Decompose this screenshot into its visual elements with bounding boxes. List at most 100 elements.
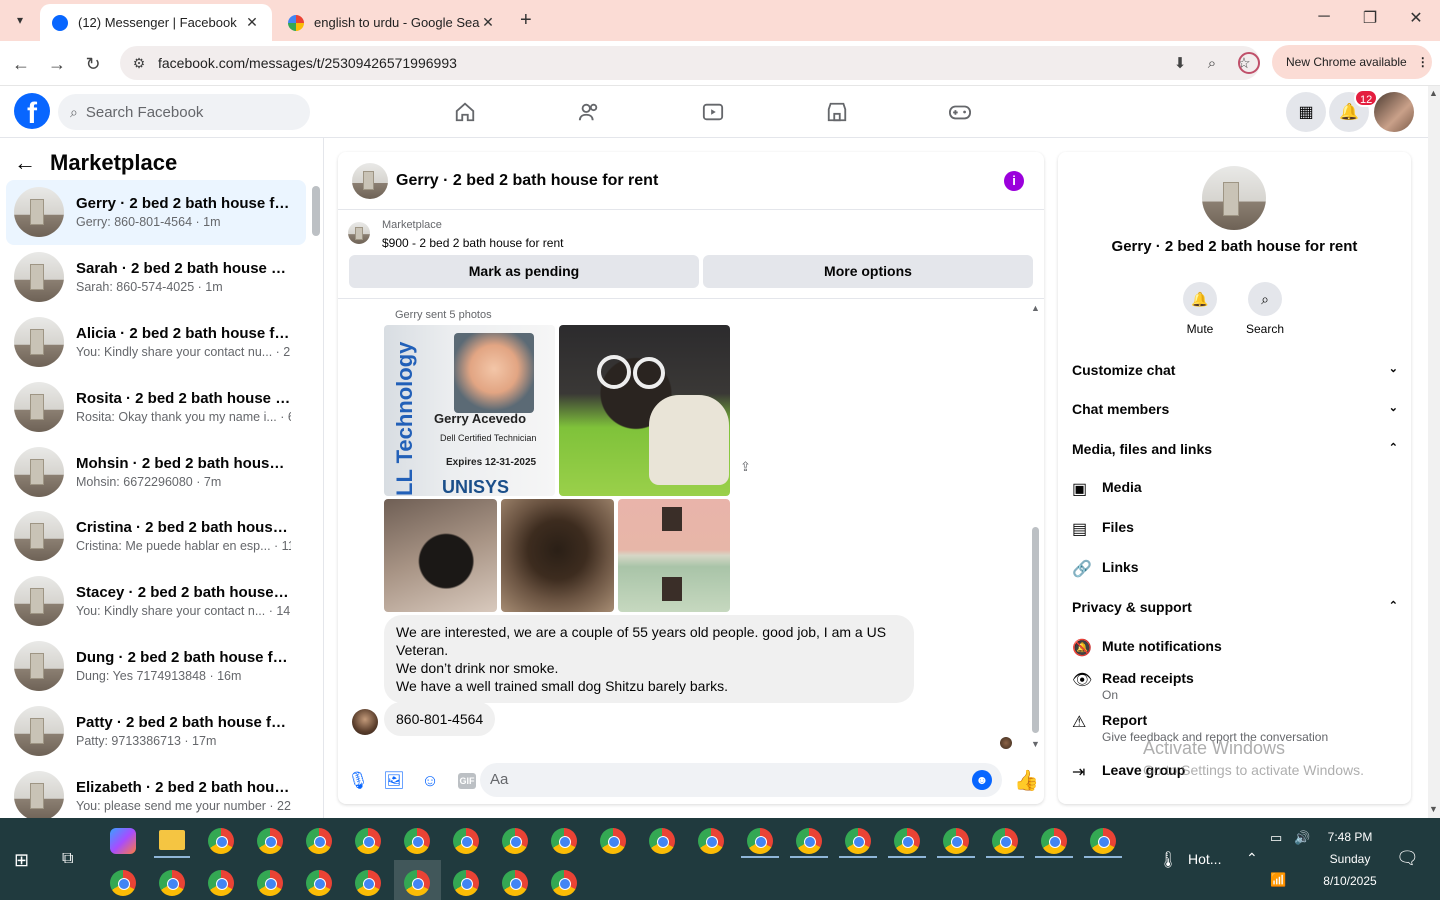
chrome-taskbar-icon[interactable] (551, 870, 577, 896)
address-bar[interactable]: ⚙ facebook.com/messages/t/25309426571996… (120, 46, 1260, 80)
message-bubble[interactable]: We are interested, we are a couple of 55… (384, 615, 914, 703)
chrome-taskbar-icon[interactable] (502, 870, 528, 896)
tab-messenger[interactable]: (12) Messenger | Facebook ✕ (40, 4, 272, 41)
page-scrollbar[interactable]: ▲ ▼ (1428, 86, 1440, 818)
menu-grid-icon[interactable]: ▦ (1286, 92, 1326, 132)
scroll-up-arrow-icon[interactable]: ▲ (1429, 88, 1438, 98)
forward-arrow-icon[interactable]: → (44, 51, 70, 77)
conversation-item[interactable]: Cristina · 2 bed 2 bath house for... Cris… (6, 504, 306, 569)
chrome-taskbar-icon[interactable] (355, 870, 381, 896)
chrome-taskbar-icon[interactable] (796, 828, 822, 854)
chrome-taskbar-icon[interactable] (1041, 828, 1067, 854)
links-item[interactable]: 🔗 Links (1072, 559, 1392, 579)
chrome-taskbar-icon[interactable] (159, 870, 185, 896)
photo-dog-blanket[interactable] (384, 499, 497, 612)
chrome-taskbar-icon[interactable] (649, 828, 675, 854)
files-item[interactable]: ▤ Files (1072, 519, 1392, 539)
maximize-icon[interactable]: ❐ (1358, 8, 1382, 28)
chat-members-section[interactable]: Chat members ⌄ (1072, 401, 1398, 417)
emoji-icon[interactable]: ☻ (972, 770, 992, 790)
close-tab-icon[interactable]: ✕ (480, 14, 496, 31)
chrome-taskbar-icon[interactable] (698, 828, 724, 854)
photo-documents[interactable] (618, 499, 730, 612)
home-icon[interactable] (450, 98, 480, 126)
chrome-taskbar-icon[interactable] (502, 828, 528, 854)
reload-icon[interactable]: ↻ (80, 51, 106, 77)
share-icon[interactable]: ⇪ (740, 459, 751, 475)
read-receipts-item[interactable]: 👁 Read receipts On (1072, 670, 1392, 702)
site-info-icon[interactable]: ⚙ (124, 55, 154, 72)
chrome-taskbar-icon[interactable] (404, 870, 430, 896)
clock-date[interactable]: 8/10/2025 (1318, 874, 1382, 888)
chrome-taskbar-icon[interactable] (257, 870, 283, 896)
video-icon[interactable] (698, 98, 728, 126)
chrome-taskbar-icon[interactable] (845, 828, 871, 854)
scroll-down-arrow-icon[interactable]: ▼ (1031, 739, 1040, 749)
media-item[interactable]: ▣ Media (1072, 479, 1392, 499)
chrome-taskbar-icon[interactable] (747, 828, 773, 854)
chrome-taskbar-icon[interactable] (208, 828, 234, 854)
message-bubble[interactable]: 860-801-4564 (384, 702, 496, 736)
chrome-taskbar-icon[interactable] (453, 828, 479, 854)
copilot-icon[interactable] (110, 828, 136, 854)
chrome-taskbar-icon[interactable] (208, 870, 234, 896)
conversation-item[interactable]: Sarah · 2 bed 2 bath house for r... Sarah… (6, 245, 306, 310)
scroll-up-arrow-icon[interactable]: ▲ (1031, 303, 1040, 313)
chrome-taskbar-icon[interactable] (306, 870, 332, 896)
chrome-menu-icon[interactable]: ⋮ (1417, 55, 1429, 69)
mark-as-pending-button[interactable]: Mark as pending (349, 255, 699, 288)
thermometer-icon[interactable]: 🌡 (1158, 850, 1178, 870)
thumbs-up-icon[interactable]: 👍 (1014, 768, 1039, 793)
chat-title[interactable]: Gerry · 2 bed 2 bath house for rent (396, 172, 1004, 190)
back-arrow-icon[interactable]: ← (14, 150, 36, 176)
chrome-taskbar-icon[interactable] (404, 828, 430, 854)
conversation-item[interactable]: Gerry · 2 bed 2 bath house for r... Gerry… (6, 180, 306, 245)
task-view-icon[interactable]: ⧉ (62, 850, 73, 868)
profile-icon[interactable] (1238, 52, 1260, 74)
chrome-taskbar-icon[interactable] (894, 828, 920, 854)
conversation-list-scrollbar[interactable] (312, 186, 320, 236)
listing-thumbnail-large[interactable] (1202, 166, 1266, 230)
gaming-icon[interactable] (945, 98, 975, 126)
gif-icon[interactable]: GIF (458, 773, 476, 789)
conversation-item[interactable]: Dung · 2 bed 2 bath house for r... Dung: … (6, 634, 306, 699)
close-tab-icon[interactable]: ✕ (244, 14, 260, 31)
new-chrome-available-button[interactable]: New Chrome available ⋮ (1272, 45, 1432, 79)
sticker-icon[interactable]: ☺ (414, 771, 446, 791)
friends-icon[interactable] (574, 98, 604, 126)
message-scrollbar[interactable] (1032, 527, 1039, 733)
conversation-item[interactable]: Mohsin · 2 bed 2 bath house for... Mohsin… (6, 439, 306, 504)
conversation-item[interactable]: Patty · 2 bed 2 bath house for re... Patt… (6, 698, 306, 763)
message-input[interactable]: Aa ☻ (480, 763, 1002, 797)
wifi-icon[interactable]: 📶 (1270, 872, 1286, 888)
scroll-down-arrow-icon[interactable]: ▼ (1429, 804, 1438, 814)
weather-label[interactable]: Hot... (1188, 851, 1221, 867)
sender-avatar[interactable] (352, 709, 378, 735)
mute-notifications-item[interactable]: 🔕 Mute notifications (1072, 638, 1392, 658)
chrome-taskbar-icon[interactable] (1090, 828, 1116, 854)
media-files-links-section[interactable]: Media, files and links ⌃ (1072, 441, 1398, 457)
conversation-info-icon[interactable]: i (1004, 170, 1024, 191)
clock-day[interactable]: Sunday (1318, 852, 1382, 866)
windows-start-icon[interactable]: ⊞ (14, 850, 29, 871)
photo-dog-portrait[interactable] (501, 499, 614, 612)
tab-search-chevron-icon[interactable]: ▾ (8, 8, 32, 32)
chrome-taskbar-icon[interactable] (453, 870, 479, 896)
chrome-taskbar-icon[interactable] (257, 828, 283, 854)
tab-google-search[interactable]: english to urdu - Google Search ✕ (276, 4, 508, 41)
more-options-button[interactable]: More options (703, 255, 1033, 288)
account-avatar[interactable] (1374, 92, 1414, 132)
facebook-logo-icon[interactable]: f (14, 93, 50, 129)
close-window-icon[interactable]: ✕ (1404, 8, 1428, 28)
url-text[interactable]: facebook.com/messages/t/2530942657199699… (158, 55, 1164, 71)
privacy-support-section[interactable]: Privacy & support ⌃ (1072, 599, 1398, 615)
chevron-up-icon[interactable]: ⌃ (1246, 850, 1258, 867)
search-facebook-input[interactable]: ⌕ Search Facebook (58, 94, 310, 130)
photo-attach-icon[interactable]: 🖼 (378, 771, 410, 791)
photo-id-badge[interactable]: LL Technology Gerry Acevedo Dell Certifi… (384, 325, 555, 496)
volume-icon[interactable]: 🔊 (1294, 830, 1310, 846)
chrome-taskbar-icon[interactable] (943, 828, 969, 854)
notification-center-icon[interactable]: 🗨 (1396, 848, 1419, 869)
zoom-icon[interactable]: ⌕ (1196, 55, 1228, 72)
marketplace-icon[interactable] (822, 98, 852, 126)
